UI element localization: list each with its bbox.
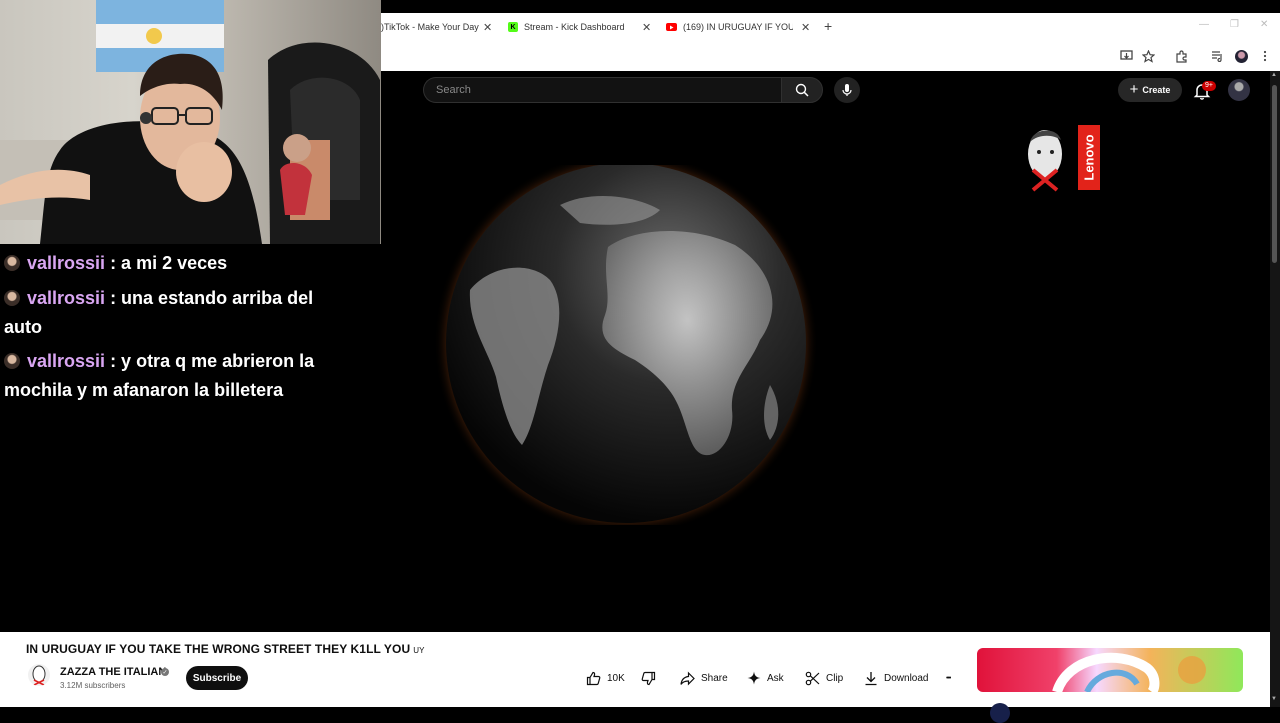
lenovo-sponsor-logo: Lenovo <box>1023 124 1103 192</box>
kick-icon: K <box>508 22 518 32</box>
more-icon: ••• <box>946 674 951 682</box>
create-button[interactable]: + Create <box>1118 78 1182 102</box>
share-icon <box>680 671 695 685</box>
sparkle-icon <box>747 671 761 685</box>
search-icon <box>795 83 809 97</box>
chat-message: vallrossii : y otra q me abrieron la moc… <box>4 347 344 405</box>
ask-button[interactable]: Ask <box>747 669 784 687</box>
video-info-bar: IN URUGUAY IF YOU TAKE THE WRONG STREET … <box>0 632 1270 707</box>
channel-name[interactable]: ZAZZA THE ITALIAN <box>60 666 166 678</box>
restore-icon[interactable]: ❐ <box>1230 19 1239 30</box>
chat-message-text: : a mi 2 veces <box>110 253 228 273</box>
scroll-down-icon[interactable]: ▼ <box>1271 696 1277 702</box>
search-box <box>423 77 781 103</box>
dislike-button[interactable] <box>641 669 656 687</box>
minimize-icon[interactable]: — <box>1199 19 1209 30</box>
notification-badge: 9+ <box>1202 81 1216 91</box>
recommended-video-thumbnail[interactable] <box>977 648 1243 692</box>
tab-youtube-video[interactable]: (169) IN URUGUAY IF YOU TAK ✕ <box>666 13 811 41</box>
tab-tiktok[interactable]: )TikTok - Make Your Day ✕ <box>381 13 496 41</box>
chat-user-avatar <box>4 353 20 369</box>
video-globe-image <box>430 151 820 535</box>
video-title-text: IN URUGUAY IF YOU TAKE THE WRONG STREET … <box>26 642 411 656</box>
chat-user-avatar <box>4 255 20 271</box>
channel-avatar[interactable] <box>28 664 50 686</box>
download-button[interactable]: Download <box>864 669 928 687</box>
account-avatar[interactable] <box>1228 79 1250 101</box>
bottom-strip <box>0 707 1270 720</box>
recommended-channel-avatar[interactable] <box>990 703 1010 723</box>
tab-close-icon[interactable]: ✕ <box>801 21 810 34</box>
chat-username: vallrossii <box>27 288 106 308</box>
like-count: 10K <box>607 672 625 684</box>
search-input[interactable] <box>434 78 774 102</box>
browser-tab-bar: )TikTok - Make Your Day ✕ K Stream - Kic… <box>381 13 1280 41</box>
chat-username: vallrossii <box>27 351 106 371</box>
lenovo-brand-text: Lenovo <box>1081 134 1097 181</box>
scrollbar-thumb[interactable] <box>1272 85 1277 263</box>
tab-label: (169) IN URUGUAY IF YOU TAK <box>683 22 793 32</box>
browser-toolbar <box>381 41 1280 71</box>
more-actions-button[interactable]: ••• <box>946 669 951 687</box>
subscriber-count: 3.12M subscribers <box>60 681 126 690</box>
uruguay-flag-label: UY <box>413 646 425 655</box>
download-label: Download <box>884 672 929 684</box>
subscribe-button[interactable]: Subscribe <box>186 666 248 690</box>
scroll-up-icon[interactable]: ▲ <box>1271 72 1277 78</box>
profile-icon[interactable] <box>1233 48 1249 64</box>
plus-icon: + <box>1129 81 1139 98</box>
like-button[interactable]: 10K <box>586 669 625 687</box>
star-icon[interactable] <box>1140 48 1156 64</box>
tab-close-icon[interactable]: ✕ <box>642 21 651 34</box>
media-icon[interactable] <box>1209 48 1225 64</box>
chat-user-avatar <box>4 290 20 306</box>
menu-icon[interactable] <box>1257 48 1273 64</box>
share-label: Share <box>701 672 728 684</box>
install-icon[interactable] <box>1118 48 1134 64</box>
tab-label: )TikTok - Make Your Day <box>381 22 479 32</box>
new-tab-button[interactable]: + <box>824 19 832 33</box>
page-scrollbar[interactable] <box>1270 71 1280 707</box>
chat-message: vallrossii : una estando arriba del auto <box>4 284 344 342</box>
microphone-icon <box>842 84 852 96</box>
video-title: IN URUGUAY IF YOU TAKE THE WRONG STREET … <box>26 642 425 656</box>
thumbs-down-icon <box>641 671 656 685</box>
webcam-overlay <box>0 0 381 244</box>
chat-username: vallrossii <box>27 253 106 273</box>
extensions-icon[interactable] <box>1173 48 1189 64</box>
chat-overlay: vallrossii : a mi 2 veces vallrossii : u… <box>4 249 344 405</box>
tab-kick-dashboard[interactable]: K Stream - Kick Dashboard ✕ <box>508 13 653 41</box>
tab-close-icon[interactable]: ✕ <box>483 21 492 34</box>
voice-search-button[interactable] <box>834 77 860 103</box>
scissors-icon <box>805 671 820 685</box>
tab-label: Stream - Kick Dashboard <box>524 22 625 32</box>
search-button[interactable] <box>781 77 823 103</box>
clip-button[interactable]: Clip <box>805 669 843 687</box>
thumbs-up-icon <box>586 671 601 685</box>
youtube-icon <box>666 23 677 31</box>
create-label: Create <box>1142 85 1171 95</box>
share-button[interactable]: Share <box>680 669 728 687</box>
ask-label: Ask <box>767 672 784 684</box>
window-close-icon[interactable]: ✕ <box>1260 19 1268 30</box>
download-icon <box>865 671 877 685</box>
chat-message: vallrossii : a mi 2 veces <box>4 249 344 278</box>
clip-label: Clip <box>826 672 844 684</box>
verified-check-icon: ✓ <box>161 668 169 676</box>
